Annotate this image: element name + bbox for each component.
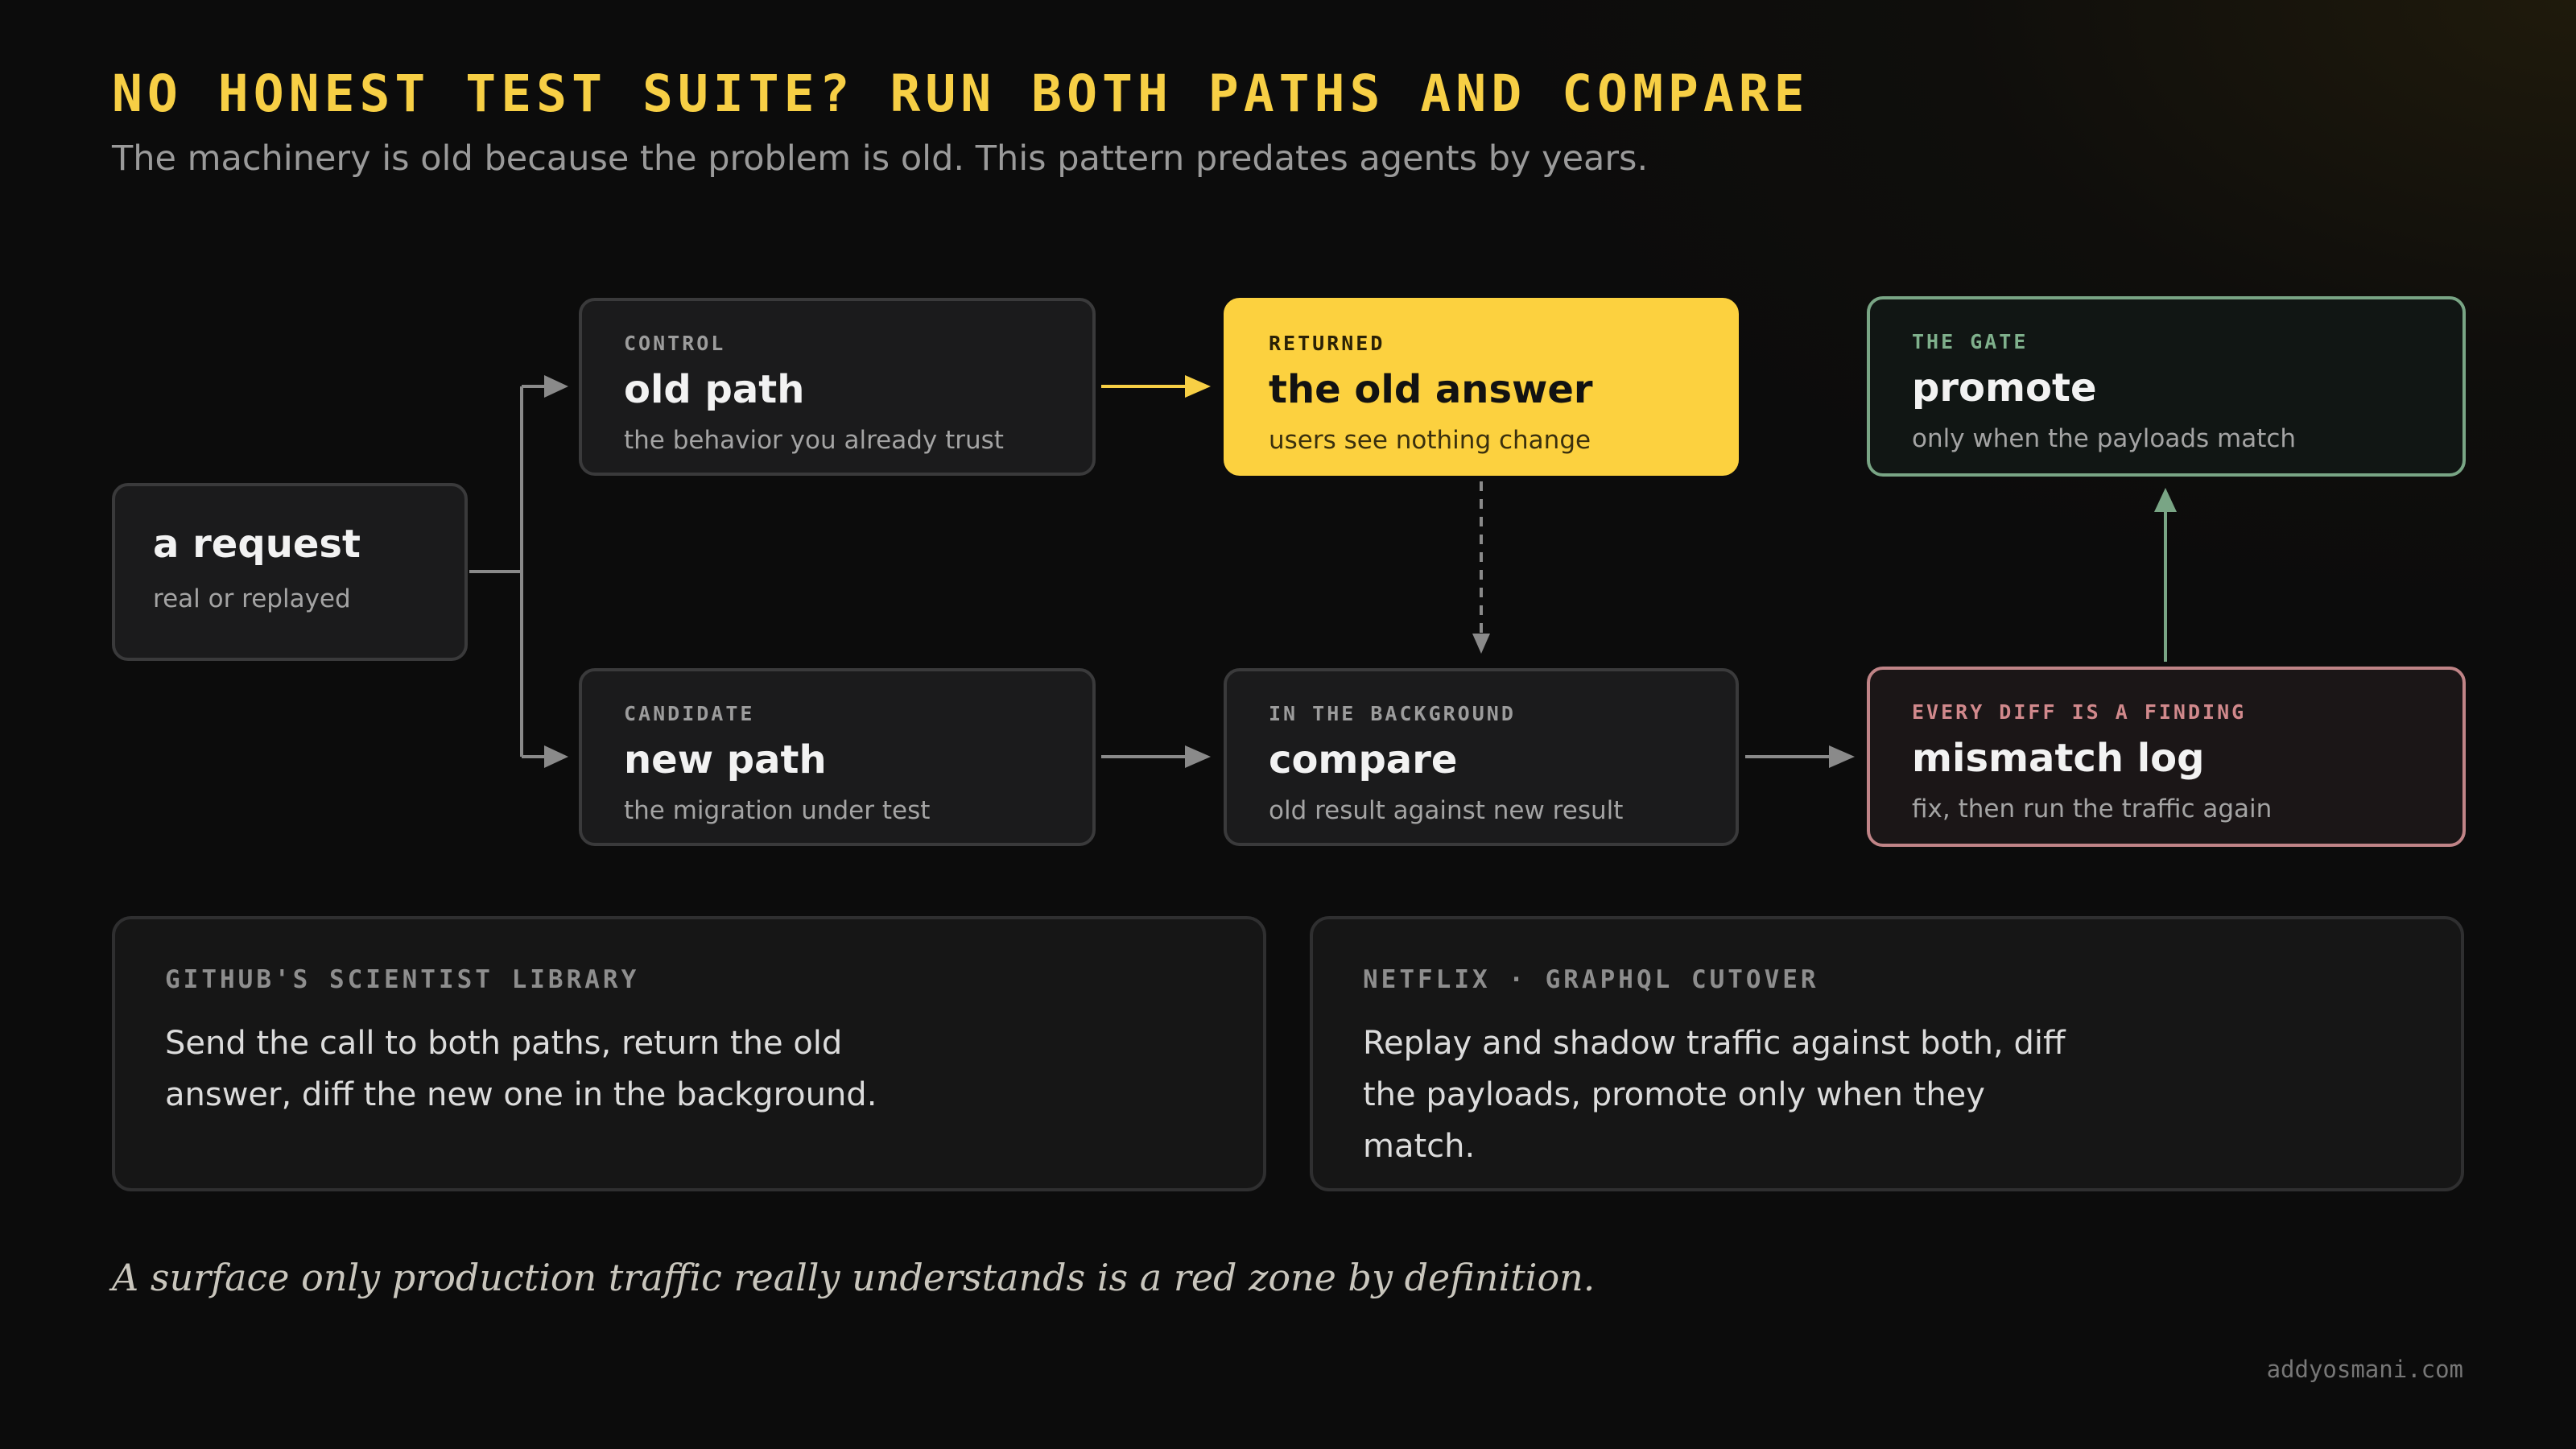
arrow-mismatch-to-gate <box>2154 488 2177 662</box>
arrow-compare-to-mismatch <box>1745 745 1855 768</box>
node-compare-kicker: IN THE BACKGROUND <box>1269 702 1516 725</box>
node-new-path-name: new path <box>624 737 827 782</box>
arrow-old-to-returned <box>1101 375 1211 398</box>
node-compare: IN THE BACKGROUND compare old result aga… <box>1224 668 1739 846</box>
request-fork-line <box>469 386 523 757</box>
node-promote-name: promote <box>1912 365 2097 411</box>
arrow-to-new-path <box>522 745 568 768</box>
node-old-path-kicker: CONTROL <box>624 332 726 355</box>
node-request: a request real or replayed <box>112 483 468 661</box>
node-promote-gate: THE GATE promote only when the payloads … <box>1867 296 2466 477</box>
arrow-to-old-path <box>522 375 568 398</box>
node-old-answer-description: users see nothing change <box>1269 426 1591 455</box>
node-promote-kicker: THE GATE <box>1912 330 2029 353</box>
node-compare-name: compare <box>1269 737 1458 782</box>
node-old-path-name: old path <box>624 367 805 412</box>
dashed-arrow-returned-to-compare <box>1472 481 1490 654</box>
node-old-answer-kicker: RETURNED <box>1269 332 1385 355</box>
node-old-path-description: the behavior you already trust <box>624 426 1004 455</box>
node-compare-description: old result against new result <box>1269 796 1624 825</box>
node-old-path: CONTROL old path the behavior you alread… <box>579 298 1096 476</box>
node-mismatch-name: mismatch log <box>1912 736 2205 781</box>
node-old-answer: RETURNED the old answer users see nothin… <box>1224 298 1739 476</box>
node-new-path: CANDIDATE new path the migration under t… <box>579 668 1096 846</box>
node-request-description: real or replayed <box>153 584 351 613</box>
footer-credit: addyosmani.com <box>2266 1356 2463 1383</box>
node-request-name: a request <box>153 522 361 567</box>
card-netflix-graphql: NETFLIX · GRAPHQL CUTOVER Replay and sha… <box>1310 916 2464 1191</box>
card-github-kicker: GITHUB'S SCIENTIST LIBRARY <box>165 965 640 994</box>
card-github-scientist: GITHUB'S SCIENTIST LIBRARY Send the call… <box>112 916 1266 1191</box>
arrow-new-to-compare <box>1101 745 1211 768</box>
node-new-path-description: the migration under test <box>624 796 931 825</box>
node-mismatch-log: EVERY DIFF IS A FINDING mismatch log fix… <box>1867 667 2466 847</box>
footer-quote: A surface only production traffic really… <box>112 1256 1596 1299</box>
card-netflix-body: Replay and shadow traffic against both, … <box>1363 1025 2066 1165</box>
node-mismatch-kicker: EVERY DIFF IS A FINDING <box>1912 700 2247 724</box>
card-github-body: Send the call to both paths, return the … <box>165 1025 877 1113</box>
node-mismatch-description: fix, then run the traffic again <box>1912 795 2273 824</box>
node-promote-description: only when the payloads match <box>1912 424 2297 453</box>
node-old-answer-name: the old answer <box>1269 367 1593 412</box>
node-new-path-kicker: CANDIDATE <box>624 702 755 725</box>
card-netflix-kicker: NETFLIX · GRAPHQL CUTOVER <box>1363 965 1819 994</box>
